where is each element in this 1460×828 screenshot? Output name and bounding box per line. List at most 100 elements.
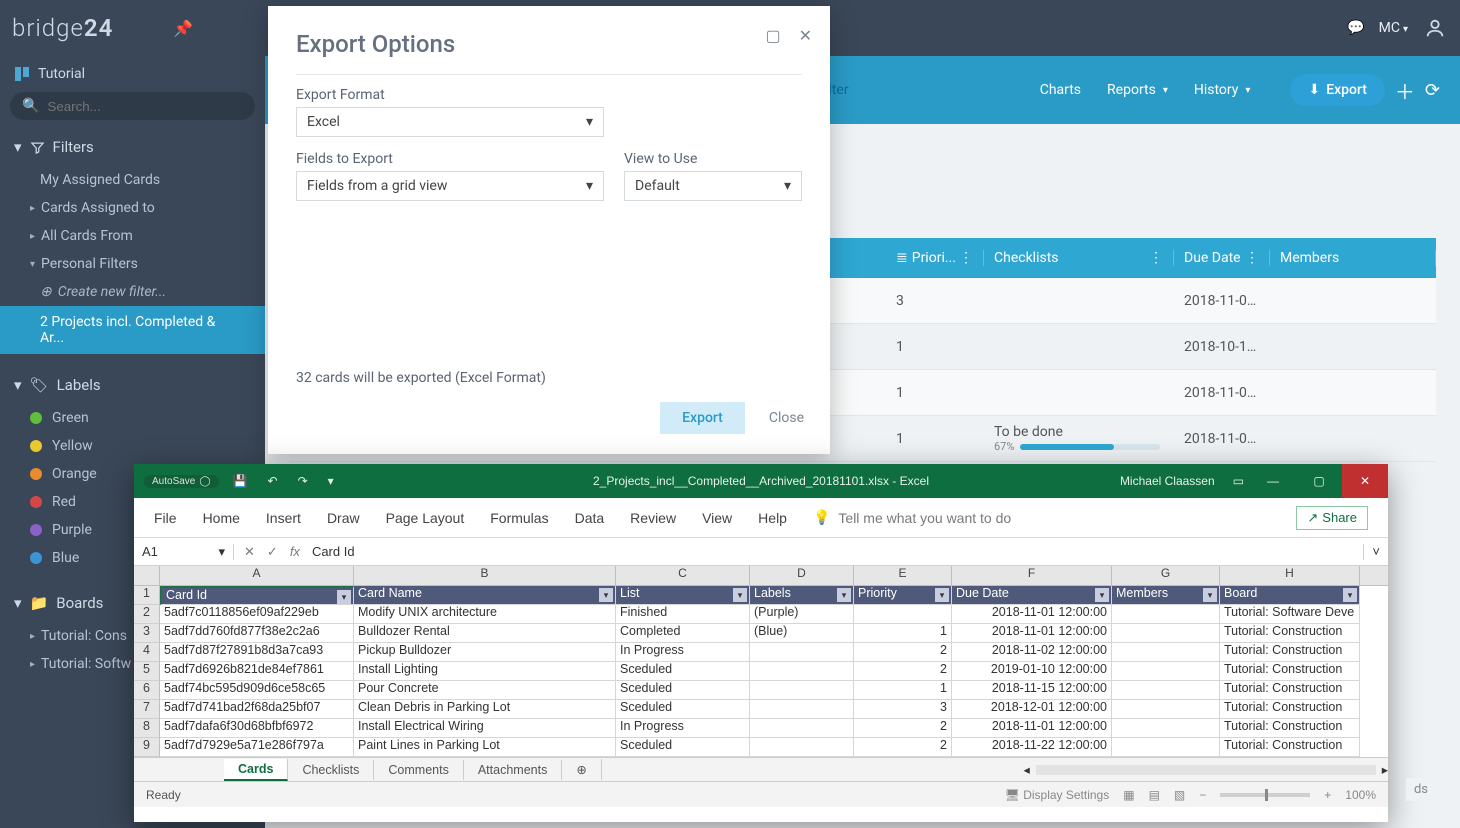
excel-cell[interactable]: Tutorial: Software Deve [1220,605,1360,624]
zoom-slider[interactable] [1220,793,1310,797]
undo-icon[interactable]: ↶ [268,474,278,488]
excel-cell[interactable]: Tutorial: Construction [1220,719,1360,738]
name-box[interactable]: A1▾ [134,544,234,560]
excel-cell[interactable]: 2018-11-15 12:00:00 [952,681,1112,700]
pin-icon[interactable]: 📌 [173,19,193,38]
excel-cell[interactable] [750,700,854,719]
excel-cell[interactable]: Finished [616,605,750,624]
chat-icon[interactable]: 💬 [1347,20,1364,36]
add-sheet-button[interactable]: ⊕ [562,759,601,780]
excel-cell[interactable]: 2 [854,738,952,757]
excel-data-row[interactable]: 45adf7d87f27891b8d3a7ca93Pickup Bulldoze… [134,643,1388,662]
sidebar-label-item[interactable]: Yellow [0,432,265,460]
excel-cell[interactable]: Paint Lines in Parking Lot [354,738,616,757]
sidebar-label-item[interactable]: Green [0,404,265,432]
excel-cell[interactable]: 2 [854,719,952,738]
excel-cell[interactable]: 2 [854,643,952,662]
excel-cell[interactable]: Tutorial: Construction [1220,624,1360,643]
excel-cell[interactable]: Install Lighting [354,662,616,681]
excel-cell[interactable]: Clean Debris in Parking Lot [354,700,616,719]
excel-cell[interactable]: Pour Concrete [354,681,616,700]
excel-cell[interactable]: 2018-11-01 12:00:00 [952,605,1112,624]
excel-cell[interactable] [1112,738,1220,757]
excel-cell[interactable] [1112,624,1220,643]
ribbon-insert[interactable]: Insert [266,510,301,526]
sidebar-search[interactable]: 🔍 [10,92,255,120]
grid-col-members[interactable]: Members [1270,250,1436,266]
ribbon-display-icon[interactable]: ▭ [1233,474,1244,488]
ribbon-draw[interactable]: Draw [327,510,360,526]
sidebar-project[interactable]: Tutorial [0,56,265,92]
excel-cell[interactable] [1112,643,1220,662]
excel-cell[interactable]: 5adf74bc595d909d6ce58c65 [160,681,354,700]
hscroll-right[interactable]: ▸ [1382,762,1388,777]
col-menu-icon[interactable]: ⋮ [959,250,973,266]
excel-cell[interactable]: 2 [854,662,952,681]
filter-dropdown-icon[interactable]: ▾ [733,588,747,602]
excel-cell[interactable] [750,681,854,700]
col-header[interactable]: G [1112,566,1220,585]
excel-cell[interactable]: Install Electrical Wiring [354,719,616,738]
excel-data-row[interactable]: 25adf7c0118856ef09af229ebModify UNIX arc… [134,605,1388,624]
view-normal-icon[interactable]: ▦ [1123,788,1134,802]
cancel-icon[interactable]: ✕ [244,544,255,560]
excel-cell[interactable]: 2018-11-01 12:00:00 [952,719,1112,738]
excel-cell[interactable]: Bulldozer Rental [354,624,616,643]
excel-data-row[interactable]: 75adf7d741bad2f68da25bf07Clean Debris in… [134,700,1388,719]
fx-icon[interactable]: fx [290,544,300,559]
share-button[interactable]: ↗Share [1296,506,1368,530]
excel-header-cell[interactable]: Priority▾ [854,586,952,605]
redo-icon[interactable]: ↷ [298,474,308,488]
excel-cell[interactable]: 5adf7dafa6f30d68bfbf6972 [160,719,354,738]
col-menu-icon[interactable]: ⋮ [1245,250,1259,266]
excel-data-row[interactable]: 35adf7dd760fd877f38e2c2a6Bulldozer Renta… [134,624,1388,643]
expand-formula-bar-icon[interactable]: ˅ [1364,544,1388,559]
excel-cell[interactable]: 2018-11-02 12:00:00 [952,643,1112,662]
excel-header-cell[interactable]: Members▾ [1112,586,1220,605]
create-filter[interactable]: ⊕ Create new filter... [0,278,265,306]
sheet-tab-attachments[interactable]: Attachments [464,760,562,780]
excel-data-row[interactable]: 95adf7d7929e5a71e286f797aPaint Lines in … [134,738,1388,757]
tell-me-search[interactable]: 💡 Tell me what you want to do [813,509,1011,526]
view-select[interactable]: Default▾ [624,171,802,201]
excel-cell[interactable]: 5adf7d7929e5a71e286f797a [160,738,354,757]
excel-cell[interactable]: (Blue) [750,624,854,643]
excel-cell[interactable] [1112,605,1220,624]
excel-cell[interactable]: 2018-11-22 12:00:00 [952,738,1112,757]
col-header[interactable]: A [160,566,354,585]
excel-header-cell[interactable]: Board▾ [1220,586,1360,605]
sidebar-filter-item[interactable]: My Assigned Cards [0,166,265,194]
ribbon-formulas[interactable]: Formulas [490,510,548,526]
excel-cell[interactable] [1112,700,1220,719]
dialog-close-button[interactable]: Close [769,410,804,426]
bridge-tab-peek[interactable]: ds [1406,778,1436,801]
close-icon[interactable]: ✕ [1342,464,1388,498]
filter-dropdown-icon[interactable]: ▾ [837,588,851,602]
grid-col-checklists[interactable]: Checklists⋮ [984,250,1174,266]
sheet-tab-cards[interactable]: Cards [224,759,288,781]
excel-cell[interactable] [750,643,854,662]
excel-cell[interactable]: Tutorial: Construction [1220,700,1360,719]
excel-cell[interactable]: 5adf7d87f27891b8d3a7ca93 [160,643,354,662]
sheet-tab-checklists[interactable]: Checklists [288,760,374,780]
grid-col-duedate[interactable]: Due Date⋮ [1174,250,1270,266]
excel-cell[interactable]: Tutorial: Construction [1220,681,1360,700]
excel-cell[interactable]: (Purple) [750,605,854,624]
excel-cell[interactable] [854,605,952,624]
excel-cell[interactable]: 5adf7d741bad2f68da25bf07 [160,700,354,719]
excel-cell[interactable]: Completed [616,624,750,643]
add-icon[interactable]: ＋ [1395,76,1415,105]
sidebar-filter-item[interactable]: All Cards From [0,222,265,250]
excel-cell[interactable] [1112,681,1220,700]
ribbon-help[interactable]: Help [758,510,787,526]
sidebar-filter-item[interactable]: Cards Assigned to [0,194,265,222]
view-page-layout-icon[interactable]: ▤ [1149,788,1160,802]
excel-cell[interactable]: 1 [854,681,952,700]
ribbon-review[interactable]: Review [630,510,676,526]
excel-cell[interactable]: Sceduled [616,738,750,757]
excel-cell[interactable]: Tutorial: Construction [1220,662,1360,681]
excel-user[interactable]: Michael Claassen [1120,474,1215,488]
excel-cell[interactable]: Sceduled [616,700,750,719]
col-header[interactable]: C [616,566,750,585]
filter-dropdown-icon[interactable]: ▾ [599,588,613,602]
